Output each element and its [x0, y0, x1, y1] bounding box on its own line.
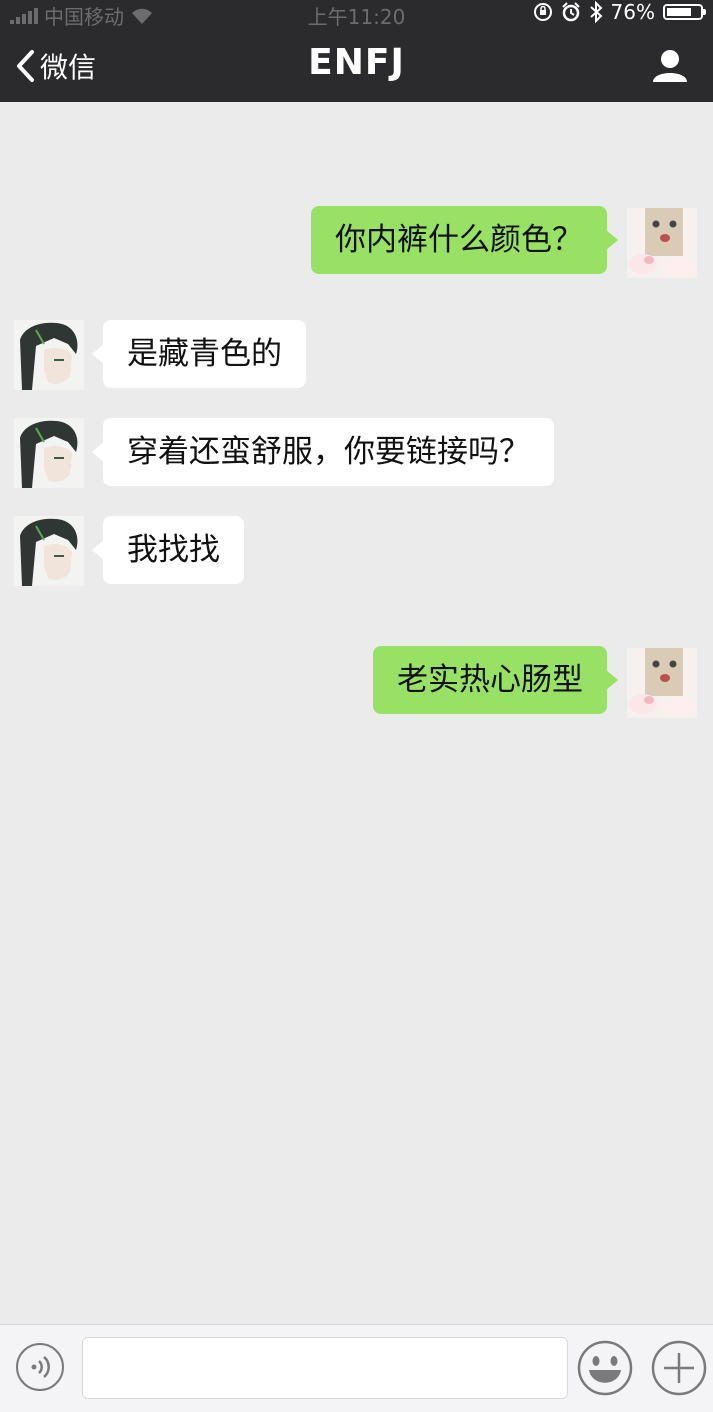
message-bubble-received[interactable]: 是藏青色的	[92, 320, 306, 388]
message-text: 穿着还蛮舒服，你要链接吗？	[127, 434, 530, 470]
chat-title: ENFJ	[308, 42, 405, 83]
my-avatar[interactable]	[627, 648, 697, 718]
voice-button[interactable]	[16, 1343, 64, 1391]
my-avatar[interactable]	[627, 208, 697, 278]
bluetooth-icon	[589, 1, 602, 23]
message-text: 是藏青色的	[127, 336, 282, 372]
battery-icon	[663, 4, 706, 20]
message-bubble-received[interactable]: 我找找	[92, 516, 244, 584]
message-text: 老实热心肠型	[397, 662, 583, 698]
message-input[interactable]	[82, 1337, 568, 1399]
rotation-lock-icon	[533, 3, 552, 21]
message-bubble-sent[interactable]: 你内裤什么颜色？	[311, 206, 618, 274]
battery-percent: 76%	[610, 0, 655, 24]
message-bubble-sent[interactable]: 老实热心肠型	[373, 646, 618, 714]
alarm-icon	[561, 2, 580, 22]
voice-icon	[31, 1356, 50, 1378]
plus-icon[interactable]	[650, 1339, 708, 1397]
profile-icon[interactable]	[651, 48, 689, 82]
message-bubble-received[interactable]: 穿着还蛮舒服，你要链接吗？	[92, 418, 554, 486]
input-bar	[0, 1324, 713, 1412]
status-icons: 76%	[533, 0, 706, 24]
emoji-icon[interactable]	[576, 1339, 634, 1397]
contact-avatar[interactable]	[14, 320, 84, 390]
battery-fill	[667, 8, 691, 16]
contact-avatar[interactable]	[14, 418, 84, 488]
contact-avatar[interactable]	[14, 516, 84, 586]
message-text: 你内裤什么颜色？	[335, 222, 583, 258]
nav-bar: 微信 ENFJ	[0, 26, 713, 102]
status-bar: 中国移动 上午11:20 76%	[0, 0, 713, 29]
chat-area[interactable]: 你内裤什么颜色？ 是藏青色的 穿着还蛮舒服，你要链接吗？ 我找找 老实热心肠型	[0, 102, 713, 1324]
message-text: 我找找	[127, 532, 220, 568]
